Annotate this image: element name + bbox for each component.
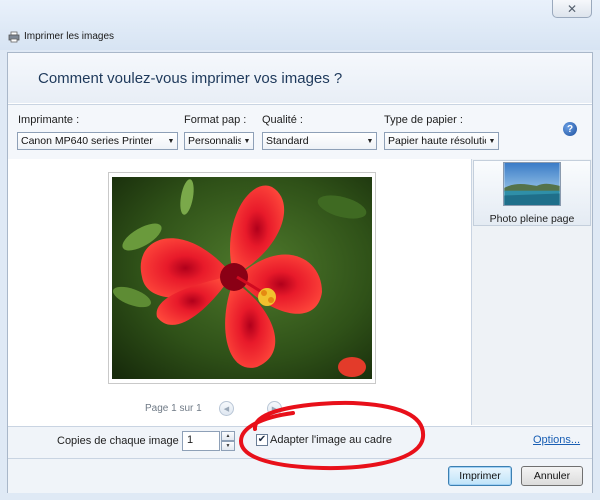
arrow-right-icon: ▶ [271, 405, 278, 413]
quality-select[interactable]: Standard ▼ [262, 132, 377, 150]
copies-input[interactable]: 1 [182, 431, 220, 451]
printer-select[interactable]: Canon MP640 series Printer ▼ [17, 132, 178, 150]
copies-stepper[interactable]: ▲ ▼ [221, 431, 235, 451]
paper-type-select[interactable]: Papier haute résolution ▼ [384, 132, 499, 150]
paper-size-label: Format pap : [184, 114, 247, 126]
arrow-left-icon: ◀ [223, 405, 230, 413]
chevron-down-icon: ▼ [366, 137, 374, 145]
hibiscus-photo [112, 177, 372, 379]
print-button[interactable]: Imprimer [448, 466, 512, 486]
close-icon[interactable]: ✕ [567, 2, 577, 16]
quality-label: Qualité : [262, 114, 303, 126]
layout-option-label: Photo pleine page [489, 213, 575, 225]
paper-type-select-value: Papier haute résolution [388, 135, 486, 147]
next-page-button[interactable]: ▶ [267, 401, 282, 416]
previous-page-button[interactable]: ◀ [219, 401, 234, 416]
page-indicator: Page 1 sur 1 [145, 403, 202, 414]
help-icon[interactable]: ? [563, 122, 577, 136]
step-up-button[interactable]: ▲ [221, 431, 235, 441]
title-bar [0, 0, 600, 50]
options-link[interactable]: Options... [533, 434, 580, 446]
printer-label: Imprimante : [18, 114, 80, 126]
paper-size-select-value: Personnalisé [188, 135, 241, 147]
copies-label: Copies de chaque image : [57, 435, 185, 447]
chevron-down-icon: ▼ [167, 137, 175, 145]
chevron-down-icon: ▼ [243, 137, 251, 145]
step-down-button[interactable]: ▼ [221, 441, 235, 451]
fit-image-checkbox[interactable]: ✔ [256, 434, 268, 446]
chevron-down-icon: ▼ [488, 137, 496, 145]
paper-size-select[interactable]: Personnalisé ▼ [184, 132, 254, 150]
layout-thumbnail [503, 162, 561, 206]
paper-type-label: Type de papier : [384, 114, 463, 126]
window-title: Imprimer les images [24, 31, 115, 42]
quality-select-value: Standard [266, 135, 309, 147]
printer-select-value: Canon MP640 series Printer [21, 135, 153, 147]
close-button[interactable]: ✕ [552, 0, 592, 18]
fit-image-label[interactable]: Adapter l'image au cadre [270, 434, 392, 446]
page-title: Comment voulez-vous imprimer vos images … [38, 70, 343, 87]
printer-icon [8, 31, 20, 43]
cancel-button[interactable]: Annuler [521, 466, 583, 486]
divider [8, 458, 592, 459]
